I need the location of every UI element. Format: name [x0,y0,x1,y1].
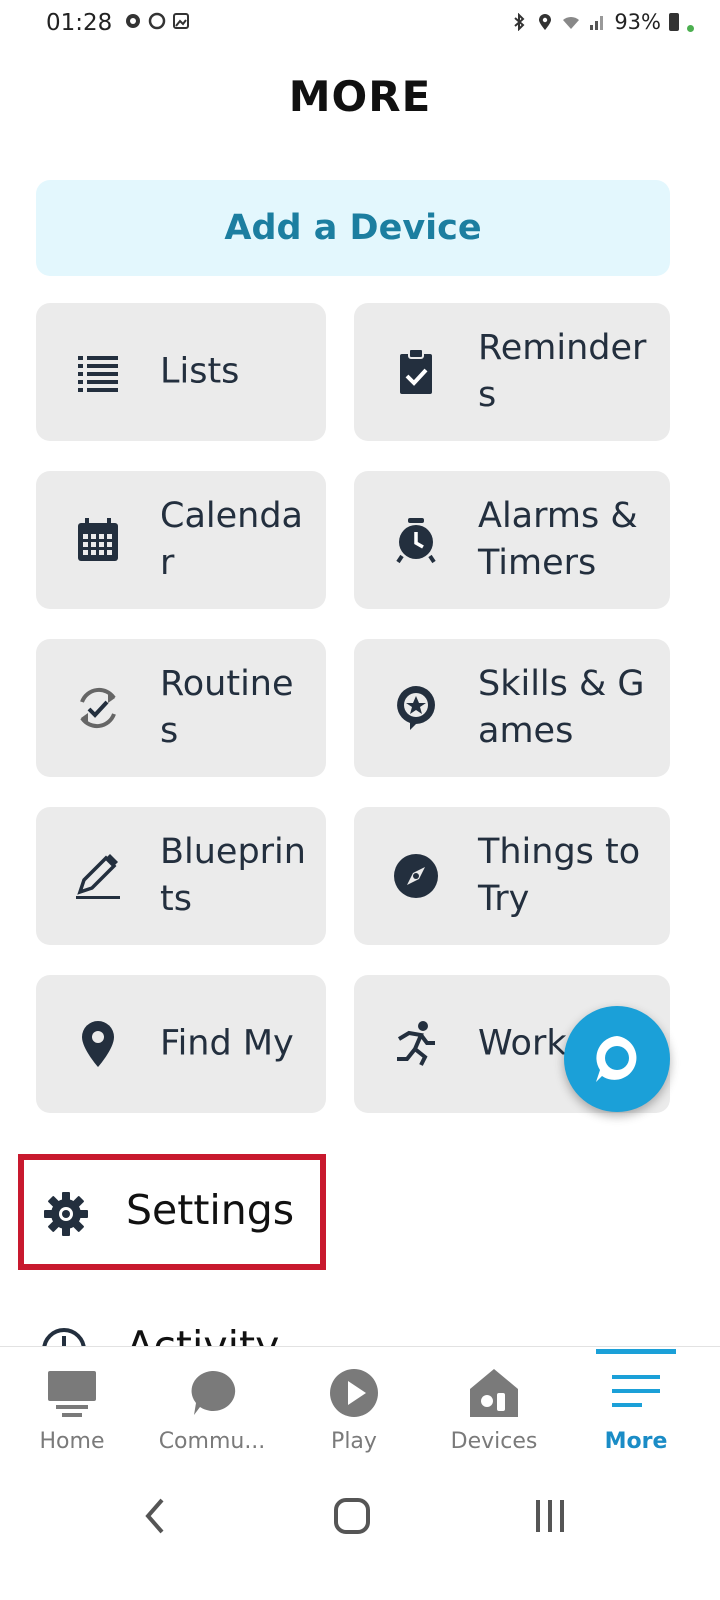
tile-label: Routines [160,664,294,751]
location-pin-icon [70,1016,126,1072]
tab-label: More [604,1429,668,1454]
home-nav-icon[interactable] [322,1486,382,1546]
tab-more[interactable]: More [564,1347,708,1457]
tab-label: Commu... [158,1429,266,1454]
tile-label: Lists [160,351,240,392]
gallery-notification-icon [173,13,189,29]
chat-bubble-icon [191,1370,236,1415]
tile-routines[interactable]: Routines [36,639,326,777]
list-icon [70,344,126,400]
back-icon[interactable] [126,1486,186,1546]
tile-label: Find My [160,1023,294,1064]
circle-notification-icon [148,12,166,30]
tab-label: Play [331,1429,377,1454]
tab-label: Devices [450,1429,538,1454]
compass-icon [388,848,444,904]
tile-alarms-timers[interactable]: Alarms & Timers [354,471,670,609]
wifi-icon [563,16,580,29]
menu-icon [612,1375,660,1407]
devices-icon [470,1369,518,1417]
play-icon [330,1369,378,1417]
location-icon [539,14,552,30]
gear-icon [44,1192,88,1236]
tile-label: Alarms & Timers [478,496,638,583]
page-title: MORE [288,72,432,121]
bottom-tab-bar: Home Commu... Play Devices More [0,1346,720,1457]
tile-label: Skills & Games [478,664,645,751]
home-icon [48,1371,96,1417]
tile-reminders[interactable]: Reminders [354,303,670,441]
tab-devices[interactable]: Devices [422,1347,566,1457]
settings-label: Settings [126,1186,295,1234]
tile-label: Blueprints [160,832,306,919]
tab-home[interactable]: Home [0,1347,144,1457]
tile-skills-games[interactable]: Skills & Games [354,639,670,777]
alexa-icon [596,1036,637,1082]
privacy-indicator-dot [687,24,694,32]
alarm-clock-icon [388,512,444,568]
battery-percent: 93% [614,10,661,34]
recent-apps-icon[interactable] [520,1486,580,1546]
battery-icon [669,13,679,31]
tab-play[interactable]: Play [282,1347,426,1457]
skills-icon [388,680,444,736]
add-device-button[interactable]: Add a Device [36,180,670,276]
system-navigation-bar [0,1456,720,1600]
tile-label: Reminders [478,328,647,415]
status-bar: 01:28 93% [0,0,720,56]
tile-blueprints[interactable]: Blueprints [36,807,326,945]
tile-find-my[interactable]: Find My [36,975,326,1113]
tile-calendar[interactable]: Calendar [36,471,326,609]
bluetooth-icon [514,13,525,31]
tile-label: Things to Try [478,832,641,919]
clipboard-check-icon [388,344,444,400]
tile-things-to-try[interactable]: Things to Try [354,807,670,945]
signal-icon [590,16,604,30]
tab-label: Home [39,1429,105,1454]
calendar-icon [70,512,126,568]
routines-icon [70,680,126,736]
settings-item[interactable]: Settings [18,1154,326,1270]
alexa-button[interactable] [564,1006,670,1112]
status-time: 01:28 [46,10,113,36]
app-notification-icon [126,14,140,28]
pencil-icon [70,848,126,904]
tile-lists[interactable]: Lists [36,303,326,441]
tile-label: Calendar [160,496,303,583]
running-icon [388,1016,444,1072]
tab-communicate[interactable]: Commu... [140,1347,284,1457]
